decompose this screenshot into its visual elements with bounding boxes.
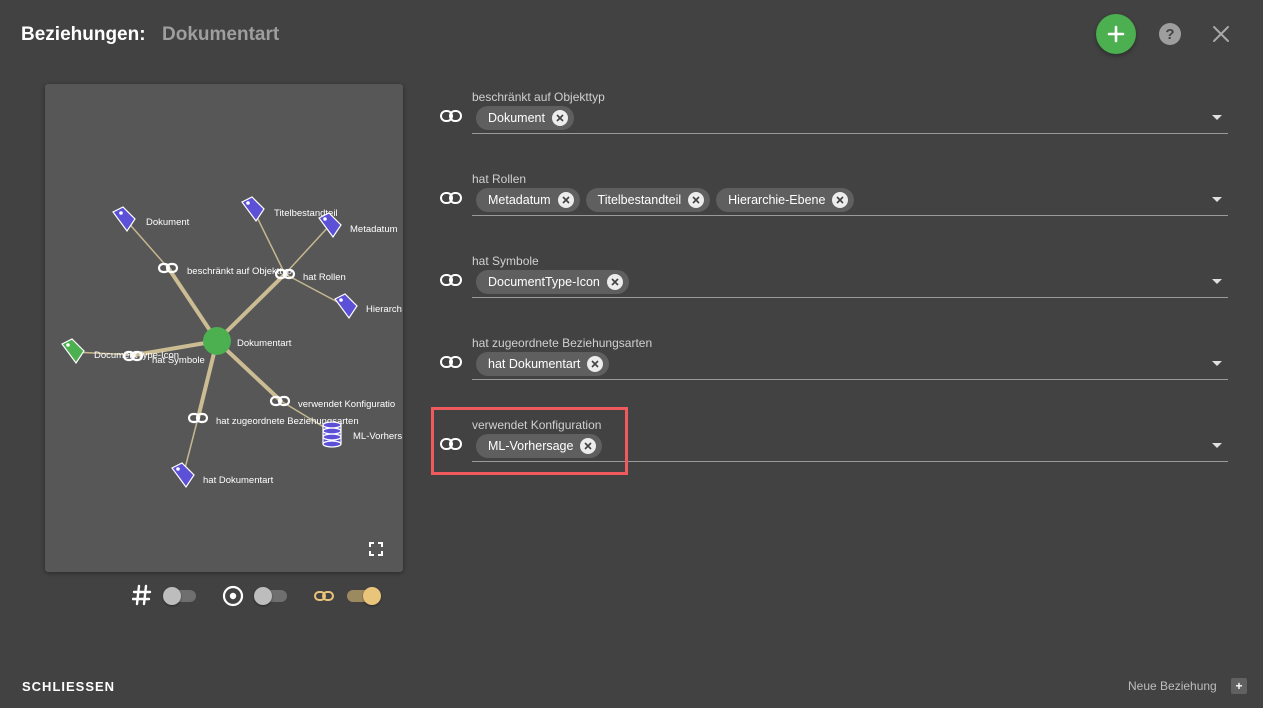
graph-node-label: hat Rollen <box>303 272 346 283</box>
link-icon <box>187 412 209 424</box>
dropdown-arrow-icon[interactable] <box>1212 279 1222 284</box>
graph-center-node <box>203 327 231 355</box>
chip[interactable]: Titelbestandteil <box>585 188 711 212</box>
close-footer-button[interactable]: SCHLIESSEN <box>22 679 115 694</box>
graph-canvas[interactable]: Dokumentart Dokument Titelbestandteil Me… <box>45 84 403 572</box>
target-toggle[interactable] <box>254 587 287 605</box>
relation-label: beschränkt auf Objekttyp <box>472 90 605 104</box>
graph-node-label: Hierarch <box>366 304 402 315</box>
link-icon <box>440 110 462 122</box>
chip-list: Dokument <box>476 106 574 130</box>
tag-icon <box>61 338 85 365</box>
chip-label: Hierarchie-Ebene <box>728 193 826 207</box>
link-icon <box>314 591 334 601</box>
chip-remove-icon[interactable] <box>606 274 623 290</box>
relation-label: hat zugeordnete Beziehungsarten <box>472 336 653 350</box>
graph-node-label: Metadatum <box>350 224 398 235</box>
link-icon <box>440 274 462 286</box>
relation-row-beziehungsarten[interactable]: hat zugeordnete Beziehungsarten hat Doku… <box>438 332 1228 382</box>
relation-graph[interactable]: Dokumentart Dokument Titelbestandteil Me… <box>45 84 403 572</box>
chip-label: Titelbestandteil <box>597 193 682 207</box>
toggle-knob <box>254 587 272 605</box>
chip[interactable]: Hierarchie-Ebene <box>716 188 855 212</box>
add-button[interactable] <box>1096 14 1136 54</box>
toggle-knob <box>363 587 381 605</box>
plus-icon <box>1107 25 1125 43</box>
link-icon <box>440 192 462 204</box>
highlight-annotation <box>431 407 628 475</box>
link-icon <box>269 395 291 407</box>
tag-icon <box>171 462 195 489</box>
new-relation-label[interactable]: Neue Beziehung <box>1128 679 1217 693</box>
hash-toggle[interactable] <box>163 587 196 605</box>
dropdown-arrow-icon[interactable] <box>1212 115 1222 120</box>
dialog-subtitle: Dokumentart <box>162 24 280 45</box>
new-relation-button[interactable]: + <box>1231 678 1247 694</box>
close-icon <box>1213 26 1229 42</box>
link-icon <box>157 262 179 274</box>
relation-row-rollen[interactable]: hat Rollen Metadatum Titelbestandteil Hi… <box>438 168 1228 218</box>
help-button[interactable]: ? <box>1159 23 1181 45</box>
chip-remove-icon[interactable] <box>832 192 849 208</box>
chip-label: Metadatum <box>488 193 551 207</box>
chip-label: hat Dokumentart <box>488 357 581 371</box>
field-underline <box>472 133 1228 134</box>
graph-node-label: hat Symbole <box>152 355 205 366</box>
graph-node-label: Dokument <box>146 217 190 228</box>
chip-label: DocumentType-Icon <box>488 275 600 289</box>
relation-label: hat Rollen <box>472 172 527 186</box>
chip-list: hat Dokumentart <box>476 352 610 376</box>
dropdown-arrow-icon[interactable] <box>1212 197 1222 202</box>
chip-remove-icon[interactable] <box>587 356 604 372</box>
chip-remove-icon[interactable] <box>688 192 705 208</box>
tag-icon <box>241 196 265 223</box>
graph-edge <box>215 272 287 343</box>
chip[interactable]: Metadatum <box>476 188 580 212</box>
relation-row-symbole[interactable]: hat Symbole DocumentType-Icon <box>438 250 1228 300</box>
close-button[interactable] <box>1211 24 1231 44</box>
graph-node-label: verwendet Konfiguratio <box>298 399 395 410</box>
relation-label: hat Symbole <box>472 254 539 268</box>
database-icon <box>322 421 342 448</box>
graph-node-label: ML-Vorhers <box>353 431 402 442</box>
chip-remove-icon[interactable] <box>557 192 574 208</box>
chip-label: Dokument <box>488 111 545 125</box>
chip[interactable]: hat Dokumentart <box>476 352 610 376</box>
dialog-title: Beziehungen: <box>21 24 146 45</box>
graph-node-label: hat Dokumentart <box>203 475 274 486</box>
tag-icon <box>334 293 358 320</box>
link-icon <box>440 356 462 368</box>
field-underline <box>472 297 1228 298</box>
field-underline <box>472 215 1228 216</box>
expand-icon <box>369 542 383 556</box>
dropdown-arrow-icon[interactable] <box>1212 361 1222 366</box>
relation-row-objekttyp[interactable]: beschränkt auf Objekttyp Dokument <box>438 86 1228 136</box>
link-toggle[interactable] <box>347 587 381 605</box>
hash-icon <box>132 584 152 606</box>
chip[interactable]: Dokument <box>476 106 574 130</box>
expand-button[interactable] <box>368 541 384 557</box>
dropdown-arrow-icon[interactable] <box>1212 443 1222 448</box>
chip-list: DocumentType-Icon <box>476 270 629 294</box>
chip-remove-icon[interactable] <box>551 110 568 126</box>
graph-center-label: Dokumentart <box>237 338 292 349</box>
toggle-knob <box>163 587 181 605</box>
chip[interactable]: DocumentType-Icon <box>476 270 629 294</box>
chip-list: Metadatum Titelbestandteil Hierarchie-Eb… <box>476 188 855 212</box>
target-icon <box>222 585 244 607</box>
field-underline <box>472 379 1228 380</box>
